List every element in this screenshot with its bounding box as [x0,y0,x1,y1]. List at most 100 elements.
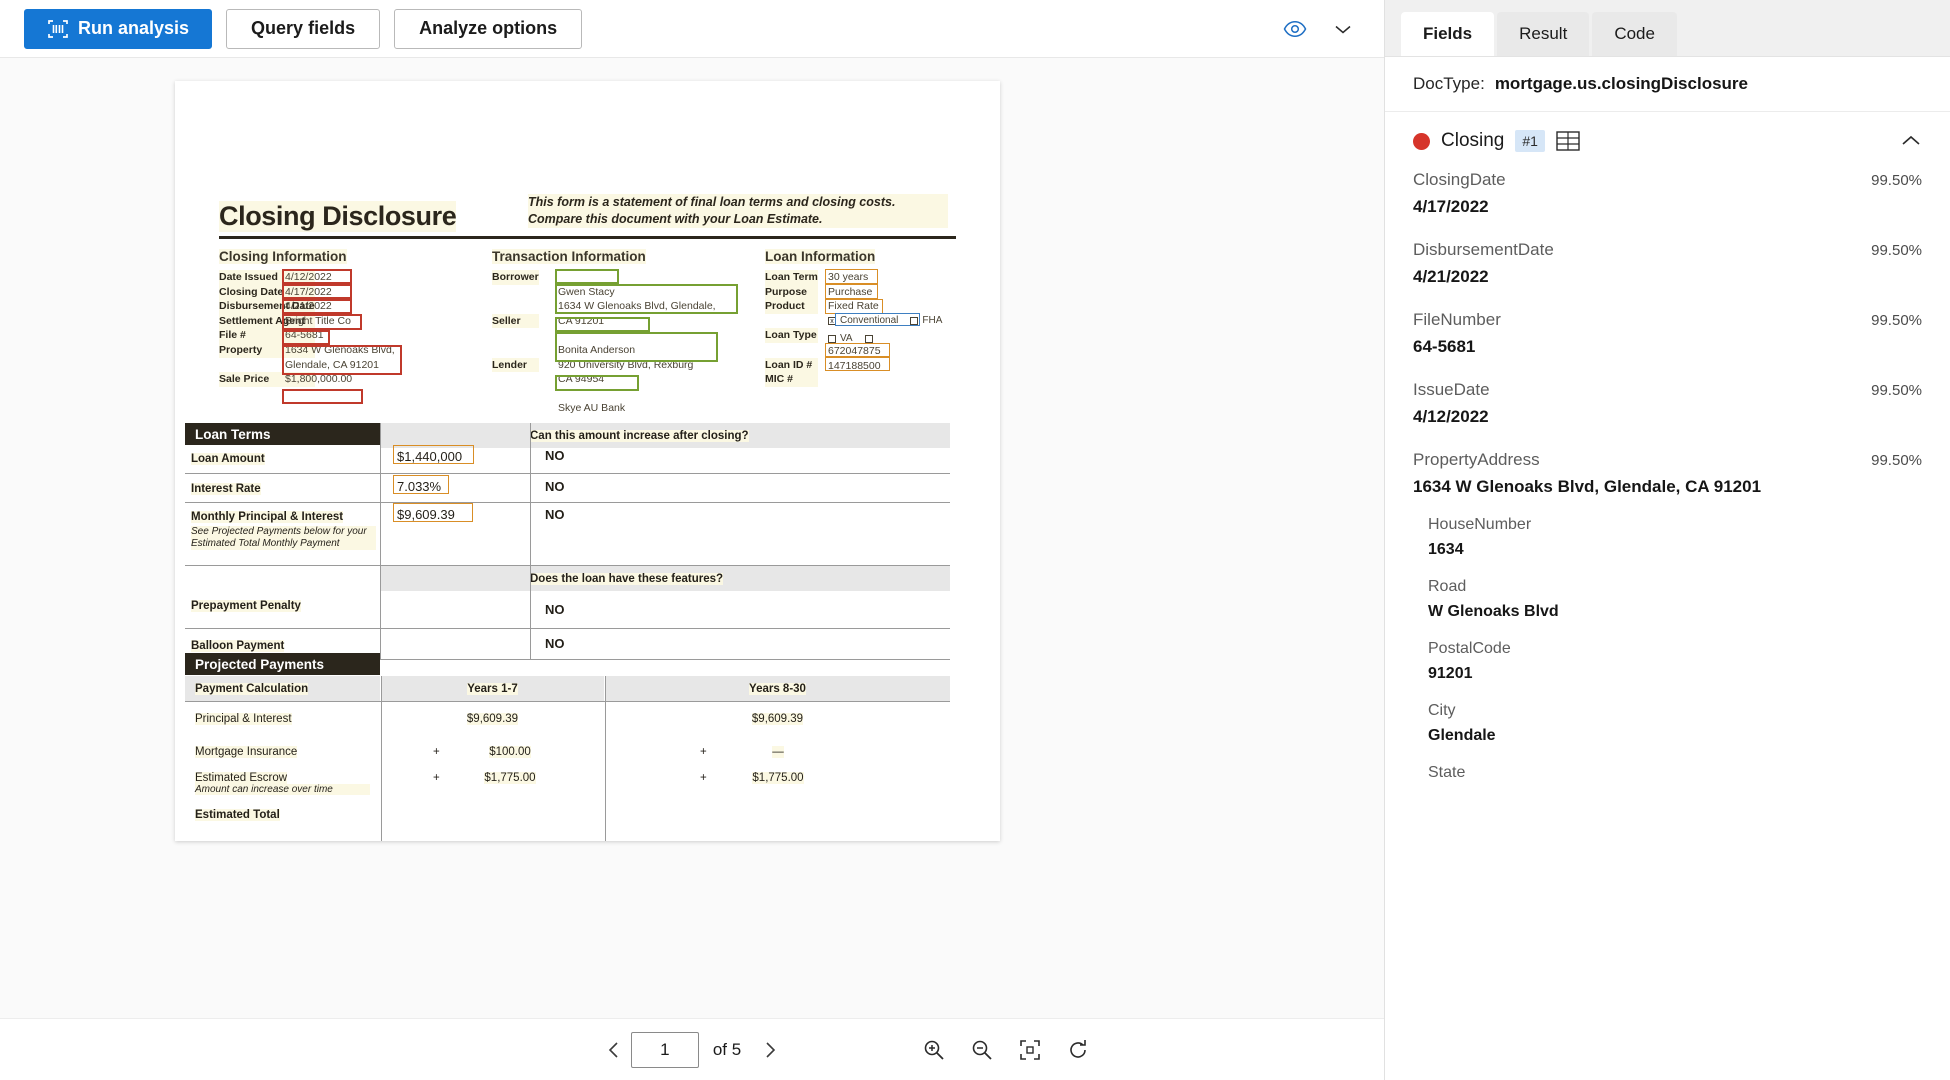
extracted-fields-list[interactable]: ClosingDate 99.50% 4/17/2022 Disbursemen… [1385,170,1950,1080]
checkbox-va[interactable] [828,334,836,343]
chevron-down-icon[interactable] [1326,13,1360,45]
label-seller: Seller [492,313,539,329]
field-head: PropertyAddress 99.50% [1413,450,1922,470]
loan-id-values: 672047875 147188500 [828,344,881,373]
value-seller: Bonita Anderson 920 University Blvd, Rex… [558,343,694,386]
closing-info-values: 4/12/2022 4/17/2022 4/21/2022 Bright Tit… [285,270,403,387]
doctype-row: DocType: mortgage.us.closingDisclosure [1385,57,1950,112]
document-canvas[interactable]: Closing Disclosure This form is a statem… [0,58,1384,1018]
field-ClosingDate[interactable]: ClosingDate 99.50% 4/17/2022 [1413,170,1922,217]
field-FileNumber[interactable]: FileNumber 99.50% 64-5681 [1413,310,1922,357]
field-PostalCode[interactable]: PostalCode 91201 [1413,640,1922,683]
pp-col-2-label: Years 8-30 [749,682,806,695]
field-DisbursementDate[interactable]: DisbursementDate 99.50% 4/21/2022 [1413,240,1922,287]
document-page[interactable]: Closing Disclosure This form is a statem… [175,81,1000,841]
row-interest-rate-answer: NO [545,479,565,494]
field-group-header[interactable]: Closing #1 [1385,112,1950,170]
transaction-information-heading: Transaction Information [492,249,646,264]
analyzer-toolbar: Run analysis Query fields Analyze option… [0,0,1384,58]
label-loan-id: Loan ID # [765,357,818,373]
zoom-in-icon[interactable] [918,1034,950,1066]
loan-terms-section-title: Loan Terms [185,423,380,445]
field-head: PostalCode [1428,640,1922,658]
table-icon[interactable] [1556,130,1580,152]
chevron-right-icon[interactable] [753,1033,787,1067]
label-monthly-pi: Monthly Principal & Interest [191,511,344,523]
checkbox-conventional[interactable]: x [828,317,836,326]
inspector-tabstrip: Fields Result Code [1385,0,1950,57]
pp-row-0-c1: $9,609.39 [466,713,519,725]
answer-interest-rate: NO [545,479,565,494]
field-confidence: 99.50% [1871,312,1922,329]
field-Road[interactable]: Road W Glenoaks Blvd [1413,578,1922,621]
field-head: HouseNumber [1428,516,1922,534]
chevron-left-icon[interactable] [597,1033,631,1067]
field-value: 91201 [1428,665,1473,682]
field-HouseNumber[interactable]: HouseNumber 1634 [1413,516,1922,559]
chevron-up-icon[interactable] [1894,124,1928,158]
label-loan-term: Loan Term [765,270,818,285]
field-name: DisbursementDate [1413,240,1554,259]
loan-terms-question-features: Does the loan have these features? [530,572,724,585]
checkbox-fha[interactable] [910,317,919,326]
pp-hline-1 [185,701,950,702]
tab-result[interactable]: Result [1497,12,1590,56]
field-head: Road [1428,578,1922,596]
page-number-input[interactable] [630,1031,699,1068]
pp-row-2-c2: $1,775.00 [752,772,804,784]
run-analysis-button[interactable]: Run analysis [24,8,213,49]
field-head: IssueDate 99.50% [1413,380,1922,400]
field-City[interactable]: City Glendale [1413,702,1922,745]
row-monthly-pi-answer: NO [545,507,565,522]
loan-terms-question-increase: Can this amount increase after closing? [530,429,749,442]
field-IssueDate[interactable]: IssueDate 99.50% 4/12/2022 [1413,380,1922,427]
pp-row-1-sign2: + [700,746,707,758]
loan-type-fha-label: FHA [922,315,943,326]
field-confidence: 99.50% [1871,172,1922,189]
field-name: IssueDate [1413,380,1490,399]
field-name: PropertyAddress [1413,450,1540,469]
field-State[interactable]: State [1413,764,1922,782]
rotate-icon[interactable] [1062,1034,1094,1066]
doc-title: Closing Disclosure [219,201,457,232]
analyze-options-label: Analyze options [419,18,558,38]
zoom-out-icon[interactable] [966,1034,998,1066]
field-PropertyAddress[interactable]: PropertyAddress 99.50% 1634 W Glenoaks B… [1413,450,1922,497]
value-loan-id: 672047875 [828,345,881,357]
value-loan-amount: $1,440,000 [397,449,463,464]
tab-result-label: Result [1519,24,1568,43]
query-fields-button[interactable]: Query fields [226,8,381,49]
divider-4 [185,628,950,629]
doctype-label: DocType: [1413,74,1485,93]
page-navigation-bar: of 5 [0,1018,1384,1080]
pp-col-2: Years 8-30 [605,676,950,701]
row-balloon-answer: NO [545,636,565,651]
pp-col-0: Payment Calculation [185,676,380,701]
row-interest-rate-label: Interest Rate [191,483,261,495]
field-name: State [1428,764,1466,781]
vline-2 [530,423,531,659]
checkbox-other[interactable] [864,334,873,343]
pp-row-3-label: Estimated Total [195,809,280,821]
pp-row-2-label: Estimated Escrow Amount can increase ove… [195,772,370,795]
group-name: Closing [1441,130,1505,151]
field-value: 4/17/2022 [1413,197,1489,216]
pp-row-2-sign: + [433,772,440,784]
fit-page-icon[interactable] [1014,1034,1046,1066]
field-value: Glendale [1428,727,1496,744]
note-monthly-pi: See Projected Payments below for your Es… [191,526,376,550]
field-head: City [1428,702,1922,720]
tab-fields[interactable]: Fields [1401,12,1495,56]
highlight-sale-price [282,389,363,404]
value-settlement-agent: Bright Title Co [285,314,351,327]
tab-code-label: Code [1614,24,1655,43]
analyze-options-button[interactable]: Analyze options [394,8,583,49]
query-fields-label: Query fields [251,18,356,38]
value-mic: 147188500 [828,359,881,372]
eye-icon[interactable] [1278,13,1312,45]
label-mic: MIC # [765,372,818,387]
tab-code[interactable]: Code [1592,12,1677,56]
answer-balloon-payment: NO [545,636,565,651]
